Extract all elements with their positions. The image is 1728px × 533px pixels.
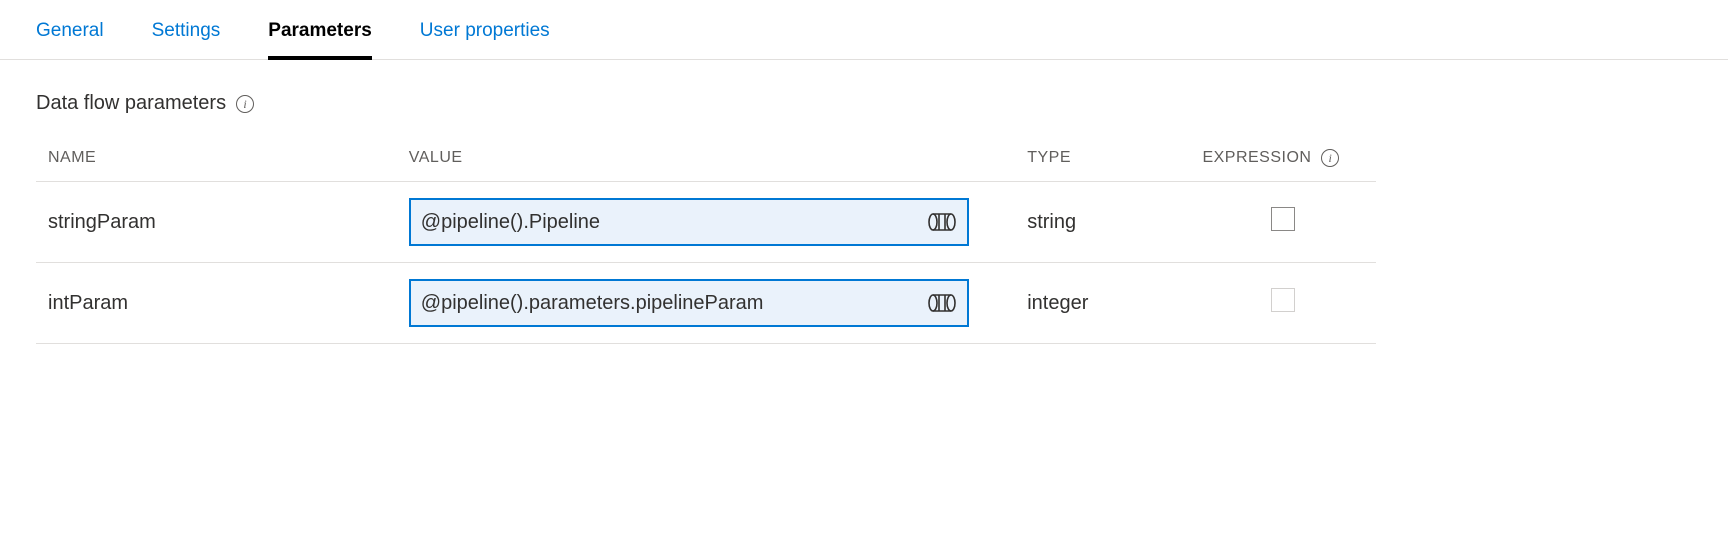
dynamic-content-icon[interactable] bbox=[927, 212, 957, 232]
tab-user-properties[interactable]: User properties bbox=[420, 12, 550, 60]
expression-checkbox bbox=[1271, 288, 1295, 312]
param-name: stringParam bbox=[36, 182, 397, 263]
info-icon[interactable]: i bbox=[1321, 149, 1339, 167]
parameters-table: NAME VALUE TYPE EXPRESSION i stringParam bbox=[36, 139, 1376, 344]
parameters-section: Data flow parameters i NAME VALUE TYPE E… bbox=[0, 60, 1728, 376]
table-row: intParam integer bbox=[36, 263, 1376, 344]
value-input-wrap[interactable] bbox=[409, 198, 969, 246]
column-header-expression-label: EXPRESSION bbox=[1202, 149, 1311, 167]
tab-parameters[interactable]: Parameters bbox=[268, 12, 372, 60]
section-header: Data flow parameters i bbox=[36, 92, 1692, 115]
info-icon[interactable]: i bbox=[236, 95, 254, 113]
param-name: intParam bbox=[36, 263, 397, 344]
column-header-type: TYPE bbox=[1015, 139, 1190, 182]
dynamic-content-icon[interactable] bbox=[927, 293, 957, 313]
value-input[interactable] bbox=[421, 292, 927, 315]
param-type: integer bbox=[1015, 263, 1190, 344]
expression-checkbox[interactable] bbox=[1271, 207, 1295, 231]
column-header-value: VALUE bbox=[397, 139, 1015, 182]
tab-settings[interactable]: Settings bbox=[152, 12, 221, 60]
tab-general[interactable]: General bbox=[36, 12, 104, 60]
value-input[interactable] bbox=[421, 211, 927, 234]
value-input-wrap[interactable] bbox=[409, 279, 969, 327]
param-type: string bbox=[1015, 182, 1190, 263]
column-header-expression: EXPRESSION i bbox=[1190, 139, 1376, 182]
section-title: Data flow parameters bbox=[36, 92, 226, 115]
tab-bar: General Settings Parameters User propert… bbox=[0, 0, 1728, 60]
table-row: stringParam string bbox=[36, 182, 1376, 263]
column-header-name: NAME bbox=[36, 139, 397, 182]
